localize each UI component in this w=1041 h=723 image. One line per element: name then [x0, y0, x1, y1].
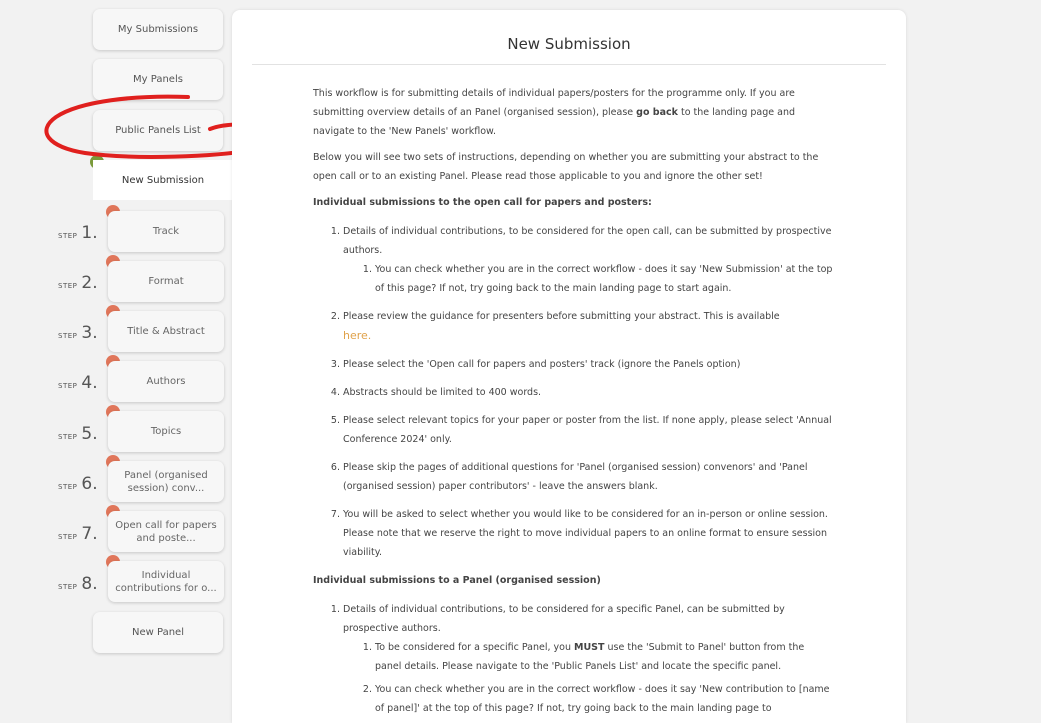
list-item: Details of individual contributions, to … [343, 222, 833, 298]
guidance-link[interactable]: here. [343, 329, 371, 342]
list-item: Please review the guidance for presenter… [343, 307, 833, 346]
step-number-1: STEP 1. [58, 223, 98, 243]
intro-paragraph-1: This workflow is for submitting details … [313, 88, 795, 137]
list-item: You will be asked to select whether you … [343, 505, 833, 562]
section-heading-open-call: Individual submissions to the open call … [313, 197, 652, 208]
step-number-4: STEP 4. [58, 373, 98, 393]
step-track-button[interactable]: Track [108, 211, 224, 252]
my-panels-button[interactable]: My Panels [93, 59, 223, 100]
intro-paragraph-2: Below you will see two sets of instructi… [313, 152, 819, 182]
list-item: Please select relevant topics for your p… [343, 411, 833, 449]
panel-list: Details of individual contributions, to … [313, 600, 833, 718]
step-number-8: STEP 8. [58, 574, 98, 594]
list-item: Please skip the pages of additional ques… [343, 458, 833, 496]
step-format-button[interactable]: Format [108, 261, 224, 302]
step-number-3: STEP 3. [58, 323, 98, 343]
step-individual-contributions-button[interactable]: Individual contributions for o... [108, 561, 224, 602]
public-panels-list-button[interactable]: Public Panels List [93, 110, 223, 151]
new-submission-tab[interactable]: New Submission [93, 160, 233, 200]
list-item: Please select the 'Open call for papers … [343, 355, 833, 374]
page-title: New Submission [507, 35, 631, 53]
step-title-abstract-button[interactable]: Title & Abstract [108, 311, 224, 352]
step-topics-button[interactable]: Topics [108, 411, 224, 452]
my-submissions-button[interactable]: My Submissions [93, 9, 223, 50]
list-item: To be considered for a specific Panel, y… [375, 638, 833, 676]
open-call-list: Details of individual contributions, to … [313, 222, 833, 562]
step-authors-button[interactable]: Authors [108, 361, 224, 402]
step-panel-convenors-button[interactable]: Panel (organised session) conv... [108, 461, 224, 502]
step-open-call-button[interactable]: Open call for papers and poste... [108, 511, 224, 552]
main-panel: New Submission This workflow is for subm… [232, 10, 906, 723]
list-item: You can check whether you are in the cor… [375, 680, 833, 718]
step-number-5: STEP 5. [58, 424, 98, 444]
new-panel-button[interactable]: New Panel [93, 612, 223, 653]
list-item: Details of individual contributions, to … [343, 600, 833, 718]
list-item: You can check whether you are in the cor… [375, 260, 833, 298]
list-item: Abstracts should be limited to 400 words… [343, 383, 833, 402]
step-number-6: STEP 6. [58, 474, 98, 494]
divider [252, 64, 886, 65]
step-number-7: STEP 7. [58, 524, 98, 544]
section-heading-panel: Individual submissions to a Panel (organ… [313, 575, 601, 586]
instructions: This workflow is for submitting details … [313, 84, 833, 723]
step-number-2: STEP 2. [58, 273, 98, 293]
